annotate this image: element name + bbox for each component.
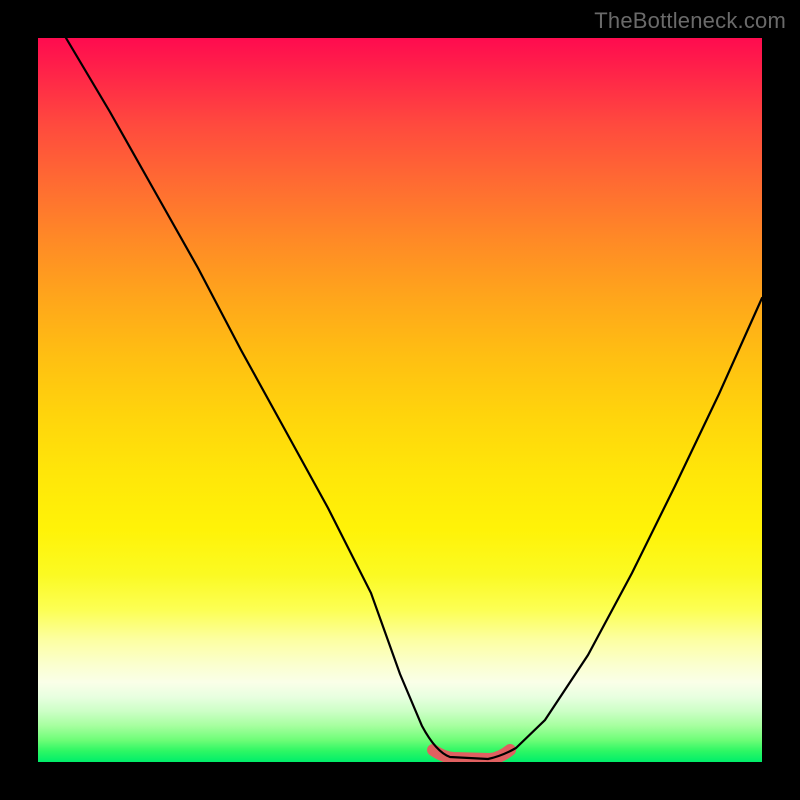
curve-layer xyxy=(38,38,762,762)
bottleneck-curve xyxy=(66,38,762,759)
watermark-text: TheBottleneck.com xyxy=(594,8,786,34)
plot-area xyxy=(38,38,762,762)
chart-frame: TheBottleneck.com xyxy=(0,0,800,800)
